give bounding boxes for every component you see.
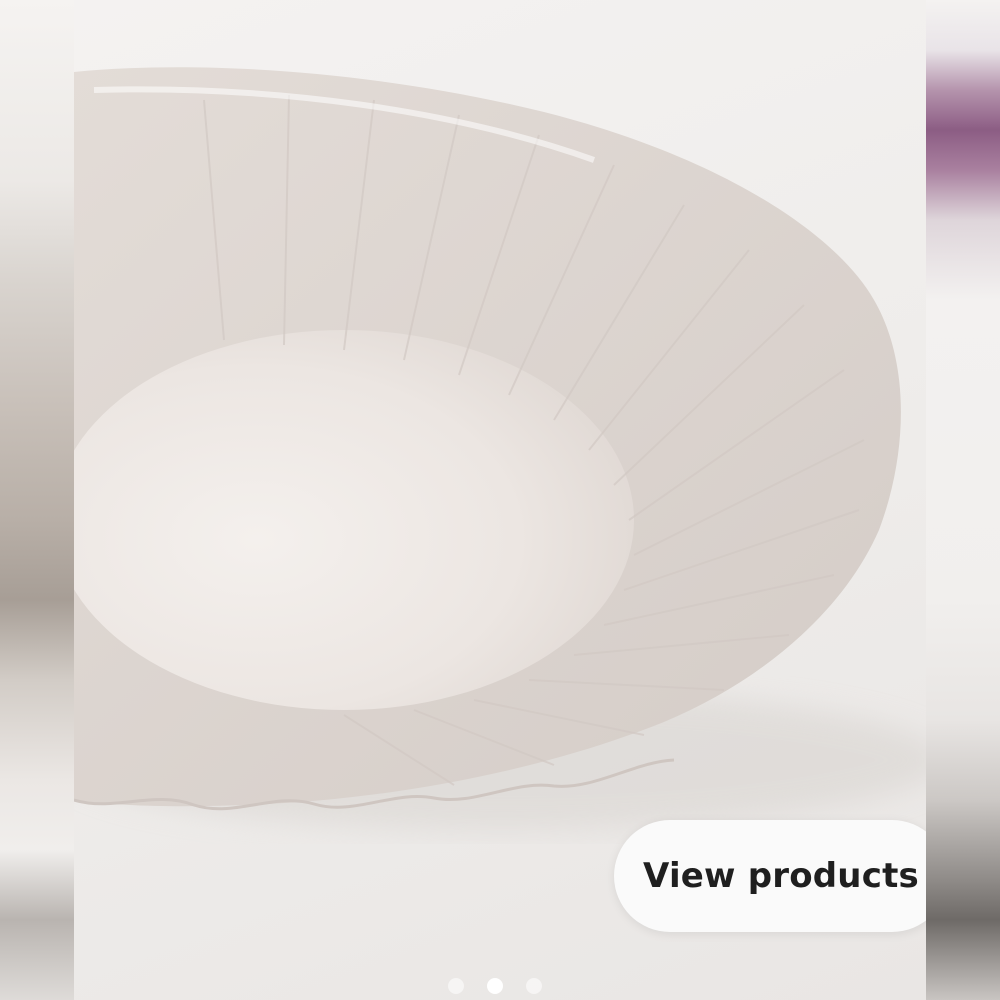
carousel-slide: View products xyxy=(74,0,926,1000)
pagination-dot-2[interactable] xyxy=(487,978,503,994)
pagination-dot-3[interactable] xyxy=(526,978,542,994)
pagination-dot-1[interactable] xyxy=(448,978,464,994)
view-products-label: View products xyxy=(643,856,919,896)
previous-slide-preview[interactable] xyxy=(0,0,74,1000)
view-products-button[interactable]: View products xyxy=(614,820,926,932)
carousel-pagination xyxy=(448,978,542,994)
next-slide-preview[interactable] xyxy=(926,0,1000,1000)
